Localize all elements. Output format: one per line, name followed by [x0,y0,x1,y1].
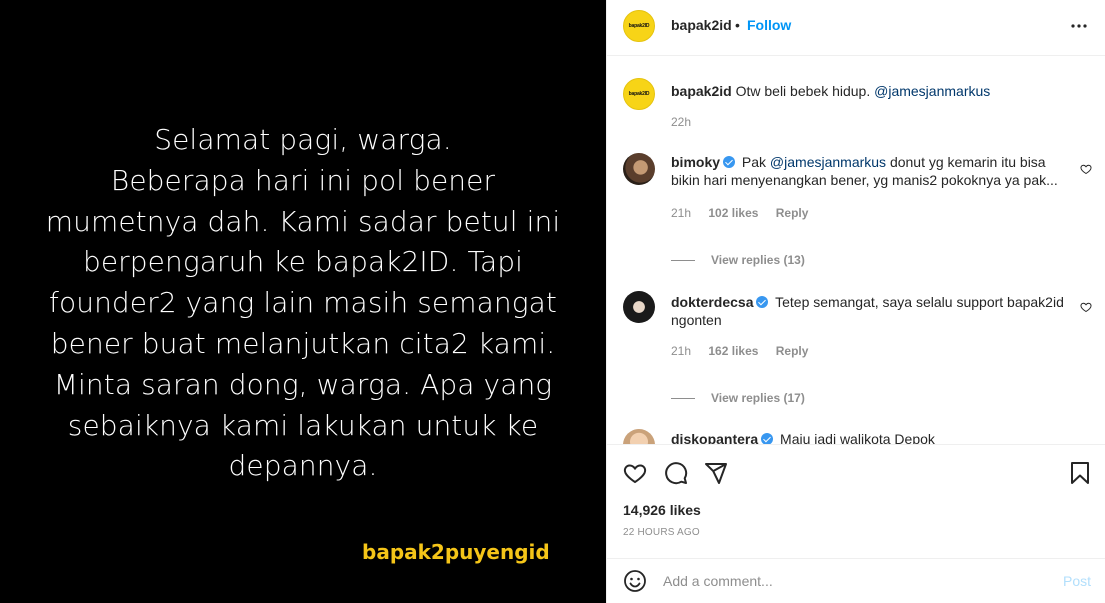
author-avatar[interactable]: bapak2ID [623,10,655,42]
caption-time[interactable]: 22h [671,115,691,129]
reply-button[interactable]: Reply [776,206,809,220]
comment-time[interactable]: 21h [671,206,691,220]
reply-button[interactable]: Reply [776,344,809,358]
comment-like-heart-icon[interactable] [1080,301,1092,313]
comment-username[interactable]: bimoky [671,154,720,170]
comment-body: Maju jadi walikota Depok [780,431,935,444]
view-replies-label: View replies (17) [711,391,805,405]
post-header: bapak2ID bapak2id • Follow [607,0,1105,56]
follow-button[interactable]: Follow [747,17,791,33]
view-replies-line [671,397,695,399]
add-comment-bar: Post [607,558,1105,603]
bookmark-icon[interactable] [1068,461,1092,485]
comments-list[interactable]: bapak2ID bapak2id Otw beli bebek hidup. … [607,57,1105,444]
author-username[interactable]: bapak2id [671,17,732,33]
comment-username[interactable]: dokterdecsa [671,294,753,310]
comment-likes[interactable]: 102 likes [708,206,758,220]
media-text: Selamat pagi, warga. Beberapa hari ini p… [45,123,561,483]
verified-badge-icon [761,433,774,444]
caption-avatar[interactable]: bapak2ID [623,78,655,110]
heart-icon[interactable] [623,461,647,485]
verified-badge-icon [723,156,736,168]
caption-text: Otw beli bebek hidup. [735,83,871,99]
post-comment-button[interactable]: Post [1063,573,1091,589]
share-icon[interactable] [704,461,728,485]
comment-avatar[interactable] [623,429,655,444]
comment-meta: 21h 102 likes Reply [671,206,822,220]
caption: bapak2id Otw beli bebek hidup. @jamesjan… [671,83,1071,99]
caption-username[interactable]: bapak2id [671,83,732,99]
emoji-icon[interactable] [623,569,647,593]
view-replies-button[interactable]: View replies (17) [671,391,805,405]
comment-likes[interactable]: 162 likes [708,344,758,358]
comment-meta: 21h 162 likes Reply [671,344,822,358]
more-options-button[interactable] [1067,14,1091,38]
avatar-logo-text: bapak2ID [628,91,650,97]
avatar-logo-text: bapak2ID [628,23,650,29]
verified-badge-icon [756,296,769,308]
comment-time[interactable]: 21h [671,344,691,358]
comment-username[interactable]: diskopantera [671,431,758,444]
header-separator: • [735,17,740,33]
likes-count[interactable]: 14,926 likes [623,502,701,518]
comment-avatar[interactable] [623,291,655,323]
comment-input[interactable] [663,571,1043,591]
comment-text: bimoky Pak @jamesjanmarkus donut yg kema… [671,153,1073,189]
comment-text: dokterdecsa Tetep semangat, saya selalu … [671,293,1073,329]
post-timestamp[interactable]: 22 HOURS AGO [623,527,700,538]
comment-icon[interactable] [664,461,688,485]
comment-like-heart-icon[interactable] [1080,163,1092,175]
post-sidebar: bapak2ID bapak2id • Follow bapak2ID bapa… [606,0,1105,603]
comment-avatar[interactable] [623,153,655,185]
media-watermark: bapak2puyengid [362,540,550,564]
comment-prefix: Pak [741,154,767,170]
caption-mention[interactable]: @jamesjanmarkus [874,83,990,99]
comment-mention[interactable]: @jamesjanmarkus [770,154,886,170]
more-icon [1071,24,1087,28]
view-replies-label: View replies (13) [711,253,805,267]
comment-text: diskopantera Maju jadi walikota Depok [671,430,1073,444]
view-replies-line [671,259,695,261]
post-media[interactable]: Selamat pagi, warga. Beberapa hari ini p… [0,0,606,603]
post-actions: 14,926 likes 22 HOURS AGO [607,444,1105,558]
view-replies-button[interactable]: View replies (13) [671,253,805,267]
